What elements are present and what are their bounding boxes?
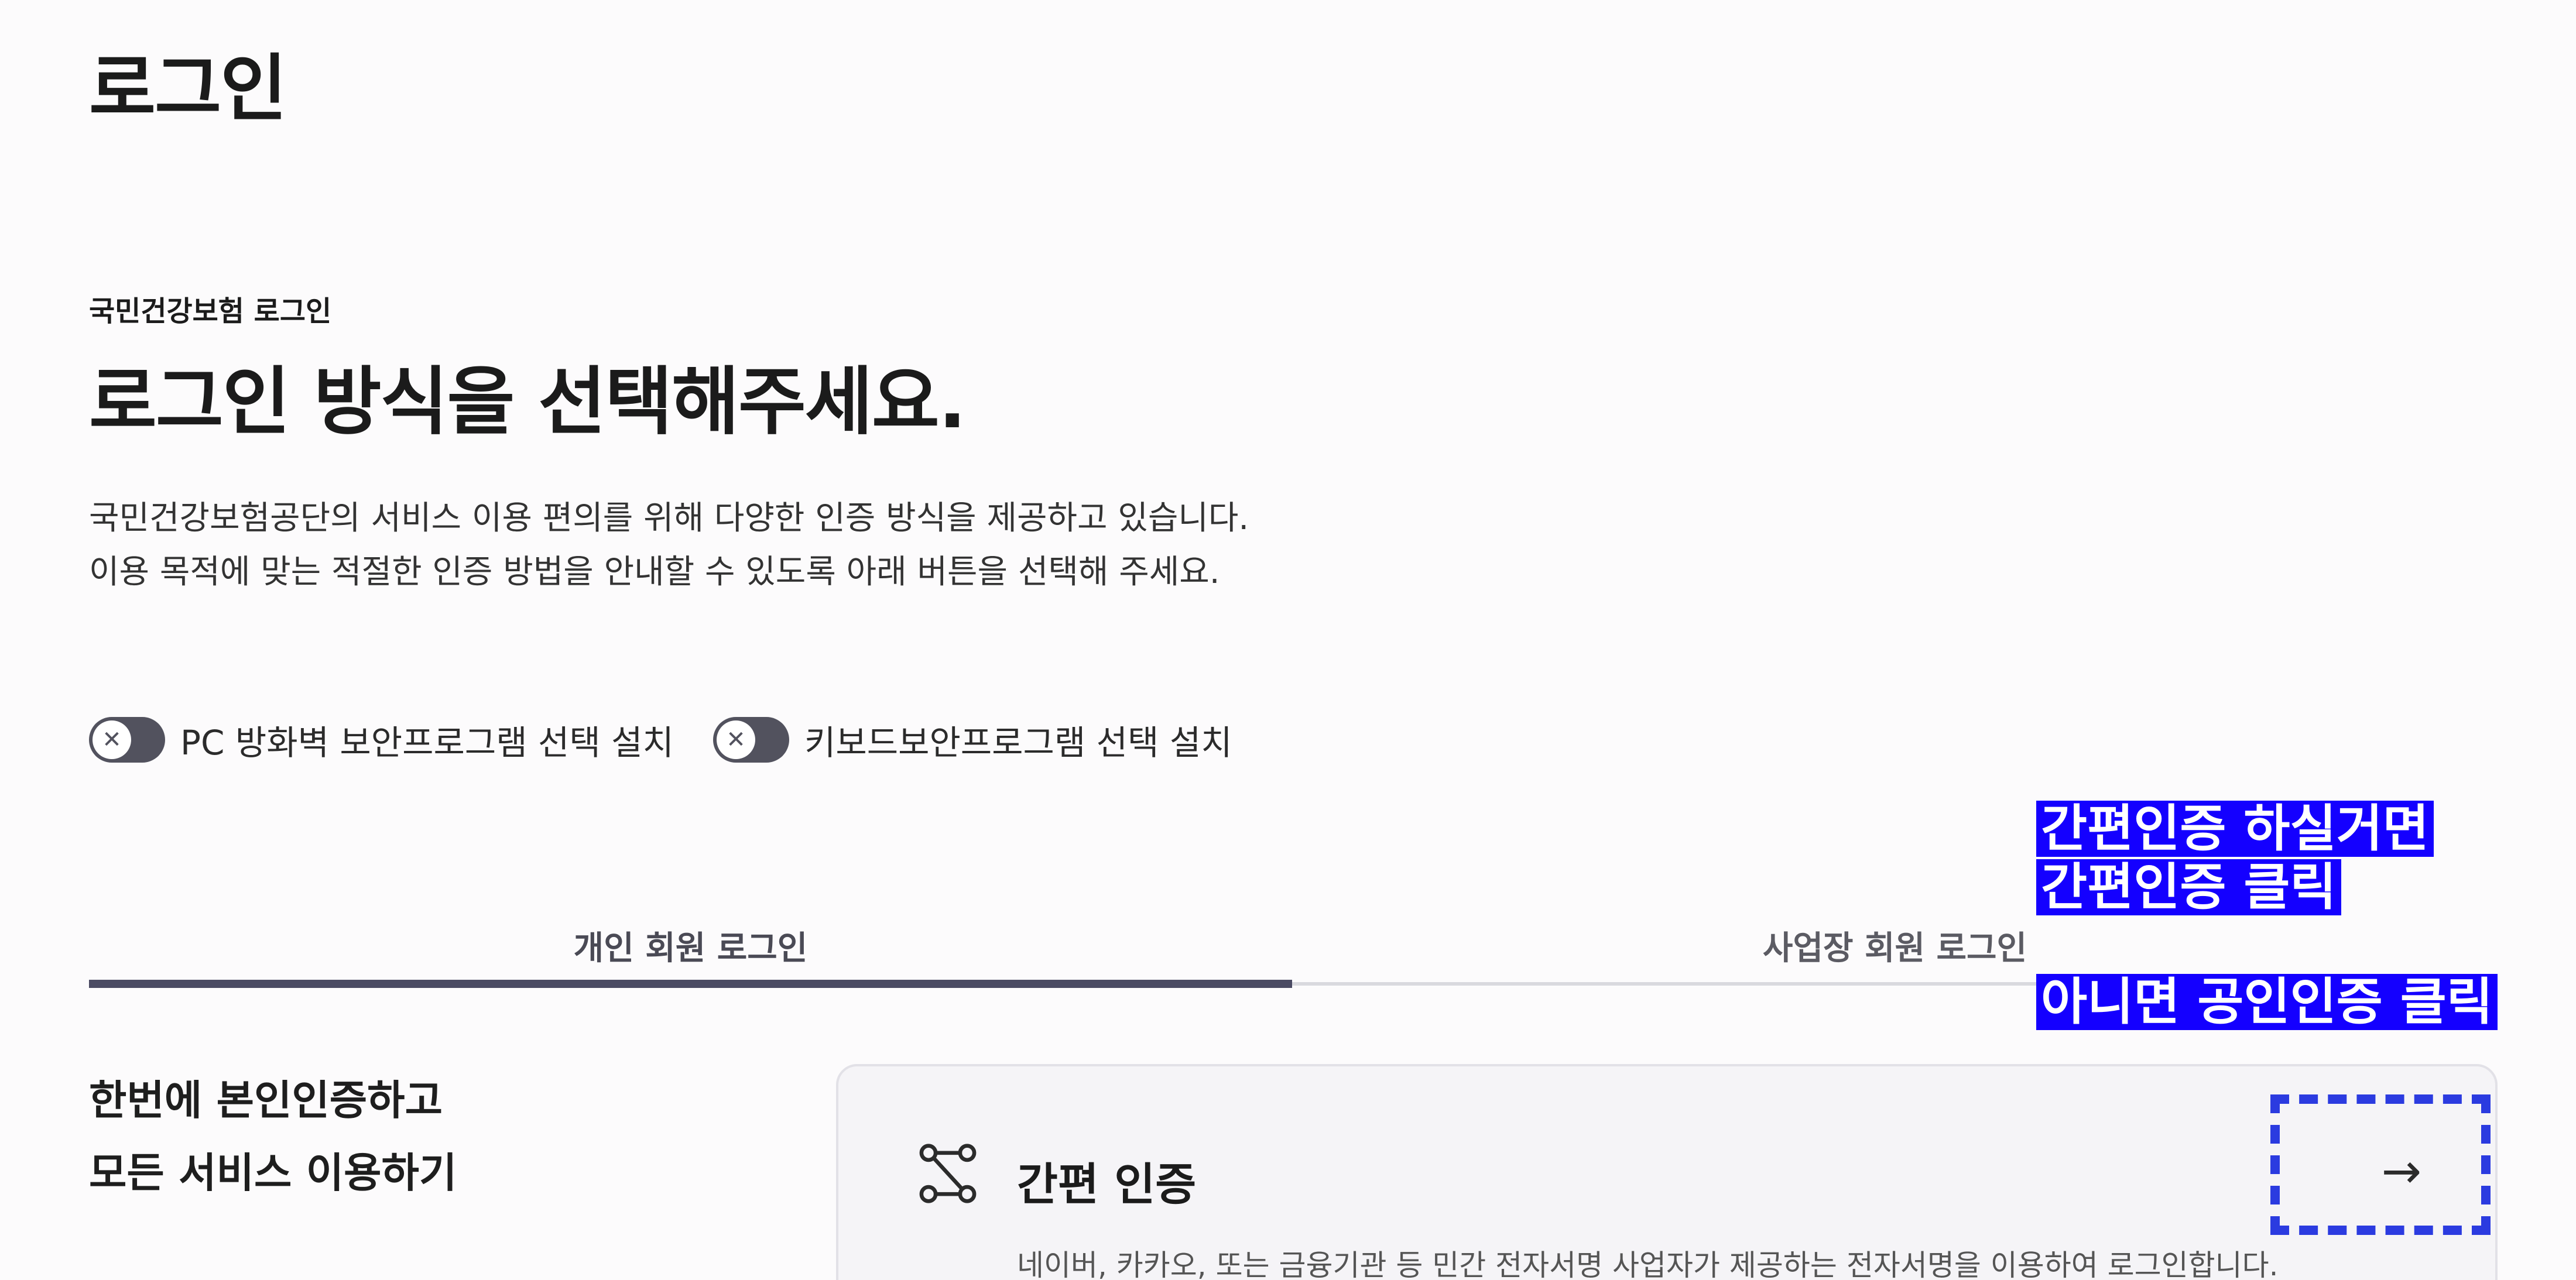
simple-auth-title: 간편 인증 [1017, 1158, 1197, 1210]
side-heading-line: 한번에 본인인증하고 [89, 1076, 443, 1124]
login-page: 로그인 국민건강보험 로그인 로그인 방식을 선택해주세요. 국민건강보험공단의… [0, 0, 2576, 1280]
simple-auth-icon [919, 1144, 977, 1203]
tab-personal-login[interactable]: 개인 회원 로그인 [89, 901, 1292, 989]
annotation-note: 간편인증 하실거면 [2036, 801, 2434, 857]
page-title: 로그인 [89, 47, 287, 131]
keyboard-security-toggle[interactable]: ✕ [713, 717, 789, 763]
description-line: 국민건강보험공단의 서비스 이용 편의를 위해 다양한 인증 방식을 제공하고 … [89, 499, 1249, 537]
keyboard-security-label: 키보드보안프로그램 선택 설치 [804, 723, 1232, 763]
side-heading-line: 모든 서비스 이용하기 [89, 1149, 457, 1197]
page-description: 국민건강보험공단의 서비스 이용 편의를 위해 다양한 인증 방식을 제공하고 … [89, 492, 1249, 599]
description-line: 이용 목적에 맞는 적절한 인증 방법을 안내할 수 있도록 아래 버튼을 선택… [89, 553, 1220, 591]
keyboard-security-toggle-row[interactable]: ✕ 키보드보안프로그램 선택 설치 [713, 713, 1232, 767]
active-tab-indicator [89, 980, 1292, 988]
firewall-program-toggle[interactable]: ✕ [89, 717, 165, 763]
highlight-dashed-box [2270, 1094, 2491, 1235]
section-eyebrow: 국민건강보험 로그인 [89, 295, 332, 328]
simple-auth-description: 네이버, 카카오, 또는 금융기관 등 민간 전자서명 사업자가 제공하는 전자… [1017, 1248, 2279, 1280]
annotation-note: 간편인증 클릭 [2036, 859, 2341, 915]
simple-auth-card[interactable]: 간편 인증 네이버, 카카오, 또는 금융기관 등 민간 전자서명 사업자가 제… [836, 1064, 2498, 1280]
page-headline: 로그인 방식을 선택해주세요. [89, 359, 967, 445]
firewall-program-toggle-row[interactable]: ✕ PC 방화벽 보안프로그램 선택 설치 [89, 713, 674, 767]
close-icon: ✕ [93, 720, 131, 759]
side-heading: 한번에 본인인증하고 모든 서비스 이용하기 [89, 1064, 457, 1209]
firewall-program-label: PC 방화벽 보안프로그램 선택 설치 [180, 723, 674, 763]
annotation-note: 아니면 공인인증 클릭 [2036, 974, 2498, 1030]
close-icon: ✕ [717, 720, 755, 759]
